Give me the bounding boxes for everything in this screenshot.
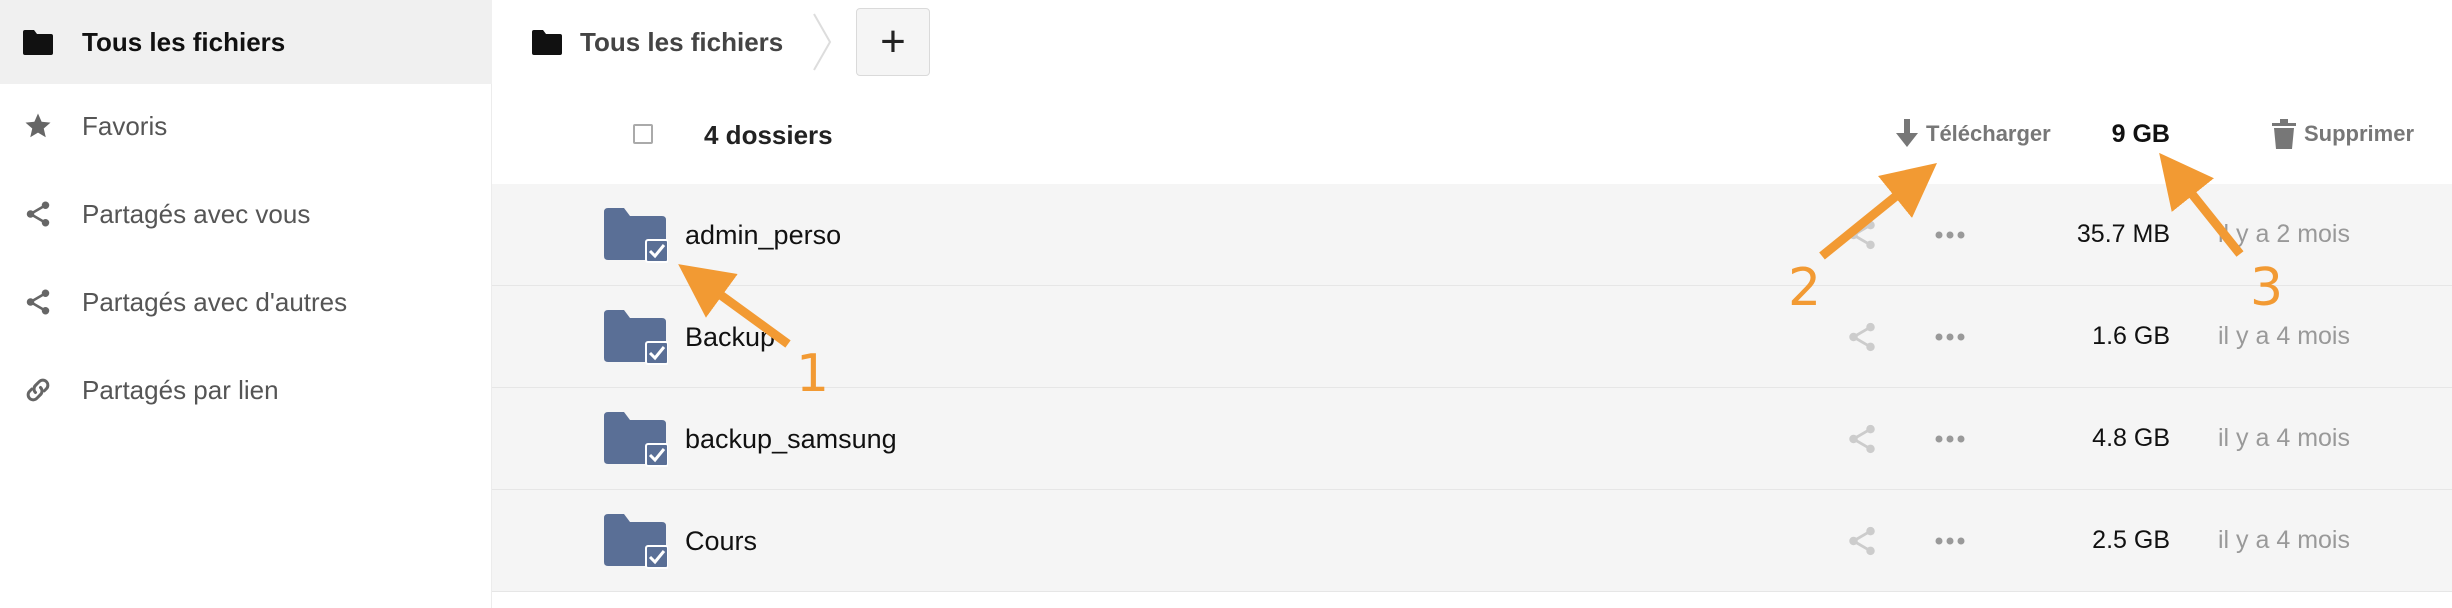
sidebar-item-all-files[interactable]: Tous les fichiers [0,0,492,84]
file-size: 4.8 GB [2092,424,2170,452]
file-name[interactable]: admin_perso [685,220,841,251]
more-options-icon[interactable] [1930,422,1970,456]
share-icon[interactable] [1845,218,1879,252]
select-all-checkbox[interactable] [633,124,653,144]
breadcrumb-separator [813,13,832,71]
selection-total-size: 9 GB [2111,120,2170,148]
file-row[interactable]: Backup 1.6 GB il y a 4 mois [492,286,2452,388]
selection-header: 4 dossiers Télécharger 9 GB Supprimer [492,84,2452,184]
folder-selected-icon[interactable] [604,412,668,468]
share-icon[interactable] [1845,524,1879,558]
more-options-icon[interactable] [1930,218,1970,252]
file-modified: il y a 2 mois [2218,220,2350,248]
file-modified: il y a 4 mois [2218,322,2350,350]
share-icon[interactable] [1845,422,1879,456]
file-size: 35.7 MB [2076,220,2170,248]
breadcrumb-home[interactable]: Tous les fichiers [532,0,783,84]
file-name[interactable]: backup_samsung [685,424,897,455]
share-icon [22,286,54,318]
download-label: Télécharger [1926,121,2051,146]
file-modified: il y a 4 mois [2218,424,2350,452]
share-icon[interactable] [1845,320,1879,354]
folder-icon [22,26,54,58]
delete-label: Supprimer [2304,121,2415,146]
file-modified: il y a 4 mois [2218,526,2350,554]
selection-count: 4 dossiers [704,120,833,150]
more-options-icon[interactable] [1930,524,1970,558]
sidebar-item-label: Partagés avec vous [82,198,311,229]
sidebar: Tous les fichiers Favoris Partagés avec … [0,0,492,608]
sidebar-item-label: Partagés par lien [82,374,279,405]
sidebar-item-label: Partagés avec d'autres [82,286,348,317]
sidebar-item-shared-with-others[interactable]: Partagés avec d'autres [0,260,492,344]
sidebar-item-label: Tous les fichiers [82,26,286,57]
file-row[interactable]: admin_perso 35.7 MB il y a 2 mois [492,184,2452,286]
plus-icon: + [880,17,906,66]
download-button[interactable]: Télécharger [1894,118,2051,150]
folder-icon [532,27,562,57]
delete-button[interactable]: Supprimer [2272,118,2414,150]
folder-selected-icon[interactable] [604,208,668,264]
breadcrumb-label: Tous les fichiers [580,26,784,57]
file-list: admin_perso 35.7 MB il y a 2 mois Backup… [492,184,2452,592]
file-size: 2.5 GB [2092,526,2170,554]
sidebar-item-favorites[interactable]: Favoris [0,84,492,168]
folder-selected-icon[interactable] [604,514,668,570]
file-name[interactable]: Cours [685,526,757,557]
share-icon [22,198,54,230]
sidebar-item-shared-by-link[interactable]: Partagés par lien [0,348,492,432]
file-row[interactable]: Cours 2.5 GB il y a 4 mois [492,490,2452,592]
download-icon [1896,119,1918,147]
breadcrumb: Tous les fichiers + [492,0,2452,84]
file-size: 1.6 GB [2092,322,2170,350]
folder-selected-icon[interactable] [604,310,668,366]
new-button[interactable]: + [856,8,930,76]
file-row[interactable]: backup_samsung 4.8 GB il y a 4 mois [492,388,2452,490]
more-options-icon[interactable] [1930,320,1970,354]
sidebar-item-label: Favoris [82,110,168,141]
file-name[interactable]: Backup [685,322,775,353]
sidebar-item-shared-with-you[interactable]: Partagés avec vous [0,172,492,256]
trash-icon [2272,119,2296,149]
star-icon [22,110,54,142]
link-icon [22,374,54,406]
